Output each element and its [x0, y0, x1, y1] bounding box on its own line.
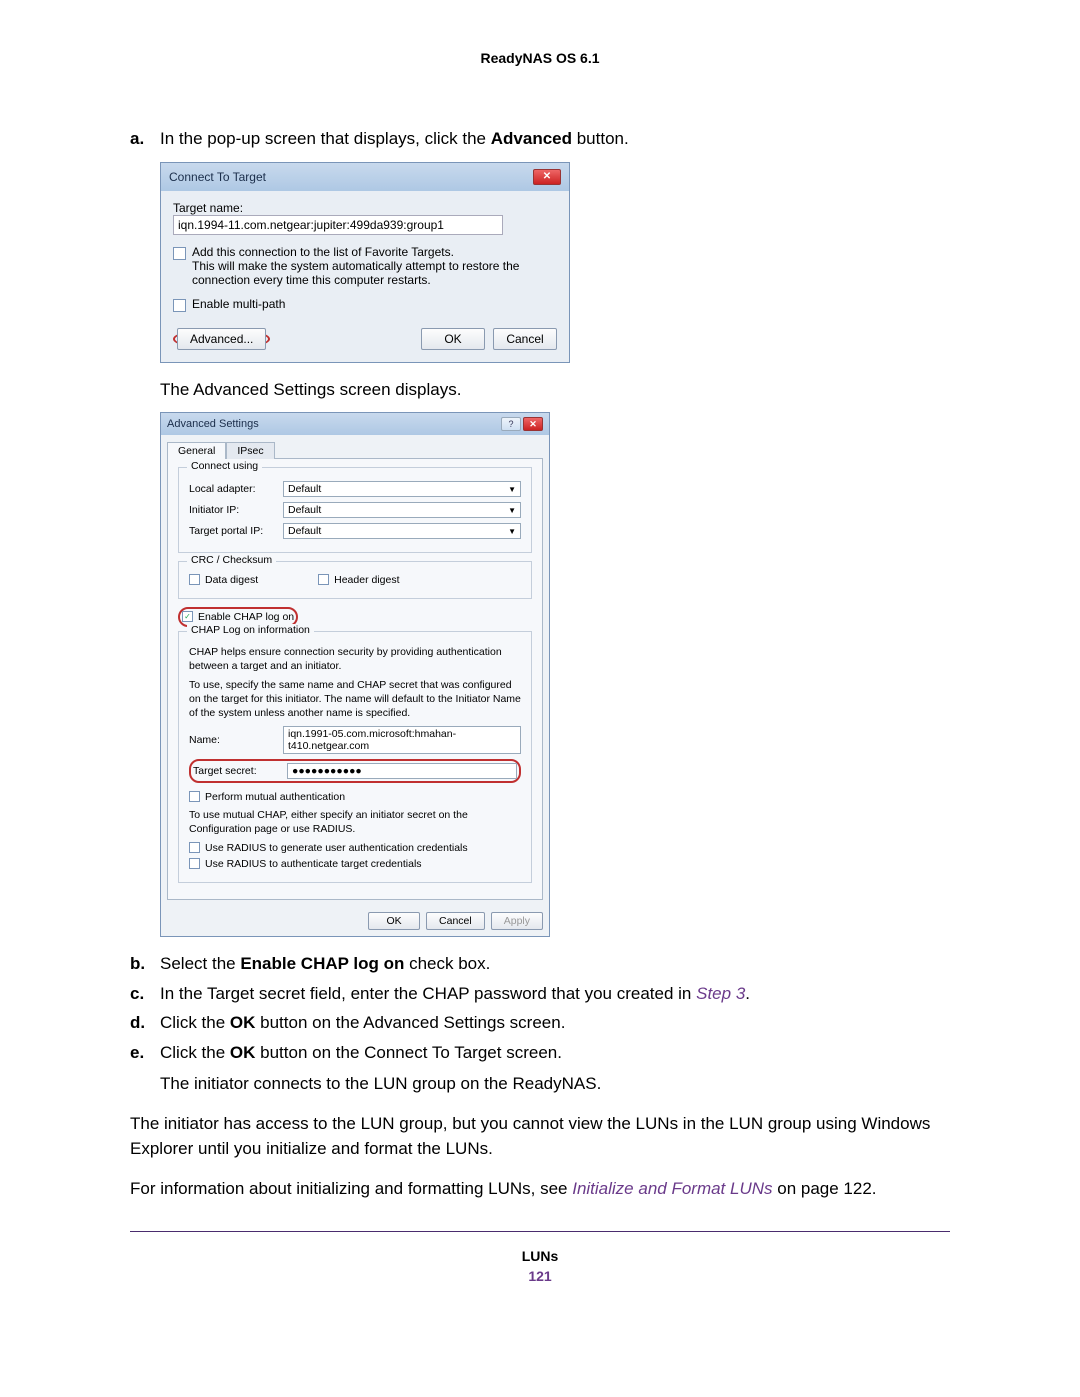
enable-chap-checkbox[interactable]: ✓ [182, 611, 193, 622]
multipath-label: Enable multi-path [192, 297, 285, 311]
ok-button[interactable]: OK [368, 912, 420, 930]
step-e-result: The initiator connects to the LUN group … [160, 1071, 950, 1097]
paragraph-1: The initiator has access to the LUN grou… [130, 1111, 950, 1162]
mutual-desc: To use mutual CHAP, either specify an in… [189, 809, 521, 836]
step-c: c.In the Target secret field, enter the … [130, 981, 950, 1007]
initiator-ip-label: Initiator IP: [189, 504, 275, 516]
radius-gen-label: Use RADIUS to generate user authenticati… [205, 842, 468, 854]
crc-group: CRC / Checksum Data digest Header digest [178, 561, 532, 599]
close-icon[interactable]: ✕ [523, 417, 543, 431]
cancel-button[interactable]: Cancel [493, 328, 557, 350]
chap-desc-2: To use, specify the same name and CHAP s… [189, 679, 521, 720]
radius-auth-label: Use RADIUS to authenticate target creden… [205, 858, 422, 870]
tab-strip: General IPsec [161, 435, 549, 458]
mutual-auth-label: Perform mutual authentication [205, 791, 345, 803]
chevron-down-icon: ▼ [508, 506, 516, 515]
advanced-highlight: Advanced... [173, 329, 270, 349]
data-digest-checkbox[interactable] [189, 574, 200, 585]
step-a-result: The Advanced Settings screen displays. [160, 377, 950, 403]
multipath-checkbox[interactable] [173, 299, 186, 312]
name-label: Name: [189, 734, 275, 746]
target-portal-ip-label: Target portal IP: [189, 525, 275, 537]
connect-to-target-dialog: Connect To Target ✕ Target name: Add thi… [160, 162, 570, 363]
dialog-titlebar: Advanced Settings ? ✕ [161, 413, 549, 435]
radius-gen-checkbox[interactable] [189, 842, 200, 853]
header-digest-checkbox[interactable] [318, 574, 329, 585]
data-digest-label: Data digest [205, 574, 258, 586]
ok-button[interactable]: OK [421, 328, 485, 350]
target-portal-ip-select[interactable]: Default▼ [283, 523, 521, 539]
paragraph-2: For information about initializing and f… [130, 1176, 950, 1202]
step-b: b.Select the Enable CHAP log on check bo… [130, 951, 950, 977]
footer-section: LUNs [130, 1248, 950, 1264]
connect-using-group: Connect using Local adapter: Default▼ In… [178, 467, 532, 553]
initiator-ip-select[interactable]: Default▼ [283, 502, 521, 518]
apply-button[interactable]: Apply [491, 912, 543, 930]
dialog-title: Connect To Target [169, 170, 266, 184]
footer-rule [130, 1231, 950, 1232]
enable-chap-label: Enable CHAP log on [198, 611, 294, 623]
footer-page-number: 121 [130, 1268, 950, 1284]
chap-desc-1: CHAP helps ensure connection security by… [189, 646, 521, 673]
help-icon[interactable]: ? [501, 417, 521, 431]
close-icon[interactable]: ✕ [533, 169, 561, 185]
chevron-down-icon: ▼ [508, 485, 516, 494]
local-adapter-label: Local adapter: [189, 483, 275, 495]
mutual-auth-checkbox[interactable] [189, 791, 200, 802]
step3-link[interactable]: Step 3 [696, 984, 745, 1003]
tab-ipsec[interactable]: IPsec [226, 442, 274, 459]
target-secret-input[interactable]: ●●●●●●●●●●● [287, 763, 517, 779]
target-secret-label: Target secret: [193, 765, 279, 777]
chevron-down-icon: ▼ [508, 527, 516, 536]
dialog-titlebar: Connect To Target ✕ [161, 163, 569, 191]
local-adapter-select[interactable]: Default▼ [283, 481, 521, 497]
target-name-input[interactable] [173, 215, 503, 235]
step-d: d.Click the OK button on the Advanced Se… [130, 1010, 950, 1036]
page-header: ReadyNAS OS 6.1 [130, 50, 950, 66]
cancel-button[interactable]: Cancel [426, 912, 485, 930]
initialize-luns-link[interactable]: Initialize and Format LUNs [572, 1179, 772, 1198]
tab-general[interactable]: General [167, 442, 226, 459]
header-digest-label: Header digest [334, 574, 399, 586]
favorites-checkbox[interactable] [173, 247, 186, 260]
favorites-label: Add this connection to the list of Favor… [192, 245, 557, 287]
dialog-title: Advanced Settings [167, 418, 259, 430]
target-name-label: Target name: [173, 201, 557, 215]
advanced-settings-dialog: Advanced Settings ? ✕ General IPsec Conn… [160, 412, 550, 937]
radius-auth-checkbox[interactable] [189, 858, 200, 869]
name-input[interactable]: iqn.1991-05.com.microsoft:hmahan-t410.ne… [283, 726, 521, 754]
advanced-button[interactable]: Advanced... [177, 328, 266, 350]
chap-group: CHAP Log on information CHAP helps ensur… [178, 631, 532, 883]
step-a: a.In the pop-up screen that displays, cl… [130, 126, 950, 152]
step-e: e.Click the OK button on the Connect To … [130, 1040, 950, 1066]
